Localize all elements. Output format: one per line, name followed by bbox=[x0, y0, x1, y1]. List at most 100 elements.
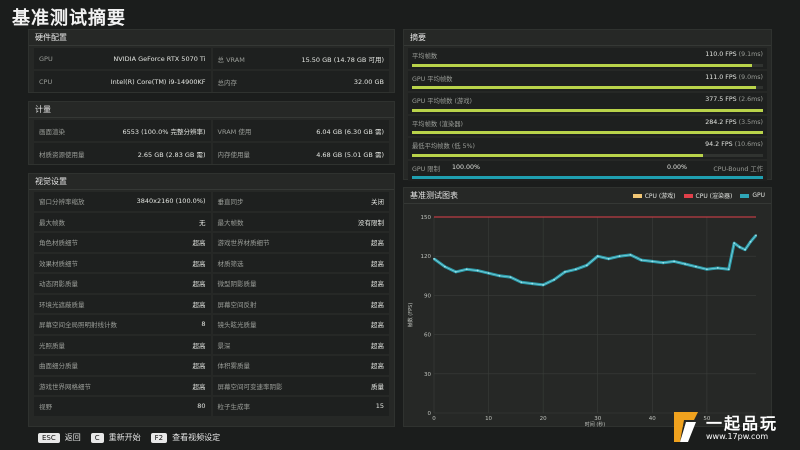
summary-bar-track bbox=[412, 108, 763, 112]
data-point-gpu bbox=[733, 242, 736, 245]
summary-ms: (9.1ms) bbox=[738, 51, 763, 58]
legend-item: CPU (渲染器) bbox=[683, 191, 732, 200]
metrics-panel: 计量 画面渲染 6553 (100.0% 完整分辨率) VRAM 使用 6.04 GB… bbox=[28, 101, 395, 165]
data-point-gpu bbox=[433, 257, 435, 260]
data-point-gpu bbox=[705, 268, 708, 271]
setting-label: 屏幕空间可变速率阴影 bbox=[217, 382, 283, 391]
hardware-heading: 硬件配置 bbox=[29, 30, 394, 46]
footer-action[interactable]: C 重新开始 bbox=[90, 432, 141, 443]
metrics-cell: VRAM 使用 6.04 GB (6.30 GB 需) bbox=[212, 120, 389, 141]
data-point-gpu bbox=[520, 281, 523, 284]
data-point-gpu bbox=[629, 253, 632, 256]
setting-label: 垂直同步 bbox=[217, 198, 244, 207]
series-line-gpu bbox=[433, 234, 758, 287]
visual-cell: 屏幕空间反射 超高 bbox=[212, 294, 389, 313]
watermark-name: 一起品玩 bbox=[706, 414, 779, 433]
cpu-bound-label: CPU-Bound 工作 bbox=[713, 165, 763, 173]
data-point-gpu bbox=[727, 268, 730, 271]
x-tick-label: 40 bbox=[649, 416, 656, 422]
y-tick-label: 150 bbox=[421, 215, 432, 221]
visual-cell: 屏幕空间全局照明射线计数 8 bbox=[34, 315, 211, 334]
visual-row: 效果材质细节 超高 材质筛选 超高 bbox=[34, 253, 389, 272]
summary-bar-track bbox=[412, 131, 763, 134]
benchmark-chart: 03060901201500 10 20 30 40 50时间 (秒)帧数 (FPS) bbox=[407, 215, 758, 427]
summary-bar-fill bbox=[412, 63, 753, 67]
visual-cell: 视野 80 bbox=[34, 397, 211, 416]
data-point-gpu bbox=[444, 265, 446, 268]
setting-label: 体积雾质量 bbox=[217, 362, 251, 371]
hardware-panel: 硬件配置 GPU NVIDIA GeForce RTX 5070 Ti 总 VRAM… bbox=[28, 29, 395, 93]
setting-value: 超高 bbox=[192, 341, 206, 350]
footer-key[interactable]: ESC bbox=[38, 432, 60, 443]
visual-row: 窗口分辨率缩放 3840x2160 (100.0%) 垂直同步 关闭 bbox=[34, 192, 389, 211]
y-tick-label: 60 bbox=[424, 333, 431, 339]
legend-swatch bbox=[632, 193, 642, 198]
setting-label: 最大帧数 bbox=[39, 218, 65, 227]
footer-key[interactable]: C bbox=[90, 432, 104, 443]
summary-row: GPU 平均帧数 111.0 FPS (9.0ms) bbox=[408, 70, 767, 91]
metrics-cell: 内存使用量 4.68 GB (5.01 GB 需) bbox=[212, 143, 389, 164]
legend-label: CPU (游戏) bbox=[644, 193, 676, 200]
x-tick-label: 10 bbox=[485, 416, 492, 422]
hardware-cell: GPU NVIDIA GeForce RTX 5070 Ti bbox=[34, 48, 211, 69]
summary-bar-fill bbox=[412, 131, 763, 134]
visual-cell: 动态阴影质量 超高 bbox=[34, 274, 211, 293]
visual-cell: 光照质量 超高 bbox=[34, 335, 211, 354]
setting-label: 最大帧数 bbox=[217, 218, 244, 227]
logo-mark-icon bbox=[674, 412, 698, 442]
setting-label: 动态阴影质量 bbox=[39, 280, 78, 289]
setting-value: 超高 bbox=[371, 341, 384, 350]
setting-value: 超高 bbox=[192, 259, 206, 268]
legend-swatch bbox=[740, 193, 750, 198]
summary-value: 110.0 FPS (9.1ms) bbox=[705, 51, 763, 58]
hardware-row: CPU Intel(R) Core(TM) i9-14900KF 总内存 32.00 … bbox=[34, 71, 389, 92]
visual-cell: 屏幕空间可变速率阴影 质量 bbox=[212, 376, 389, 395]
summary-label: GPU 平均帧数 bbox=[412, 75, 453, 83]
cpu-bound-pct: 0.00% bbox=[666, 163, 687, 171]
setting-value: 没有限制 bbox=[358, 218, 384, 227]
setting-value: 80 bbox=[197, 402, 206, 411]
data-point-gpu bbox=[465, 268, 468, 271]
visual-row: 光照质量 超高 景深 超高 bbox=[34, 335, 389, 354]
hardware-cell: CPU Intel(R) Core(TM) i9-14900KF bbox=[34, 71, 211, 92]
x-tick-label: 20 bbox=[540, 416, 547, 422]
summary-label: 平均帧数 bbox=[412, 53, 438, 60]
visual-row: 游戏世界网格细节 超高 屏幕空间可变速率阴影 质量 bbox=[34, 376, 389, 395]
visual-cell: 微型阴影质量 超高 bbox=[212, 274, 389, 293]
setting-label: 游戏世界网格细节 bbox=[39, 382, 91, 391]
visual-cell: 最大帧数 无 bbox=[34, 212, 211, 231]
setting-label: VRAM 使用 bbox=[217, 127, 252, 136]
watermark-logo: 一起品玩 www.17pw.com bbox=[672, 408, 798, 448]
setting-value: 关闭 bbox=[371, 198, 384, 207]
summary-ms: (9.0ms) bbox=[738, 73, 763, 81]
x-tick-label: 0 bbox=[432, 416, 436, 422]
visual-cell: 曲面细分质量 超高 bbox=[34, 356, 211, 375]
visual-cell: 效果材质细节 超高 bbox=[34, 253, 211, 272]
data-point-gpu bbox=[651, 260, 654, 263]
data-point-gpu bbox=[585, 264, 588, 267]
summary-value: 377.5 FPS (2.6ms) bbox=[705, 96, 763, 103]
summary-fps: 110.0 FPS bbox=[705, 51, 737, 58]
setting-value: 2.65 GB (2.83 GB 需) bbox=[137, 150, 206, 159]
setting-label: 内存使用量 bbox=[217, 150, 251, 159]
setting-label: 效果材质细节 bbox=[39, 259, 78, 268]
data-point-gpu bbox=[662, 261, 665, 264]
summary-bar-track bbox=[412, 63, 763, 67]
metrics-row: 画面渲染 6553 (100.0% 完整分辨率) VRAM 使用 6.04 GB (6… bbox=[34, 120, 389, 141]
data-point-gpu bbox=[749, 240, 752, 243]
setting-label: 曲面细分质量 bbox=[39, 362, 78, 371]
hardware-row: GPU NVIDIA GeForce RTX 5070 Ti 总 VRAM 15.50… bbox=[34, 48, 389, 69]
data-point-gpu bbox=[673, 260, 676, 263]
footer-action[interactable]: ESC 返回 bbox=[38, 432, 81, 443]
footer-key[interactable]: F2 bbox=[150, 432, 168, 443]
visual-cell: 游戏世界网格细节 超高 bbox=[34, 376, 211, 395]
summary-row: 平均帧数 110.0 FPS (9.1ms) bbox=[408, 48, 767, 69]
setting-label: 材质筛选 bbox=[217, 259, 244, 268]
footer-action[interactable]: F2 查看视频设定 bbox=[150, 432, 220, 443]
setting-value: 6.04 GB (6.30 GB 需) bbox=[316, 127, 384, 136]
gpu-bound-pct: 100.00% bbox=[452, 163, 481, 171]
setting-value: 超高 bbox=[192, 280, 206, 289]
data-point-gpu bbox=[542, 284, 545, 286]
data-point-gpu bbox=[531, 282, 534, 285]
setting-value: 4.68 GB (5.01 GB 需) bbox=[316, 150, 384, 159]
